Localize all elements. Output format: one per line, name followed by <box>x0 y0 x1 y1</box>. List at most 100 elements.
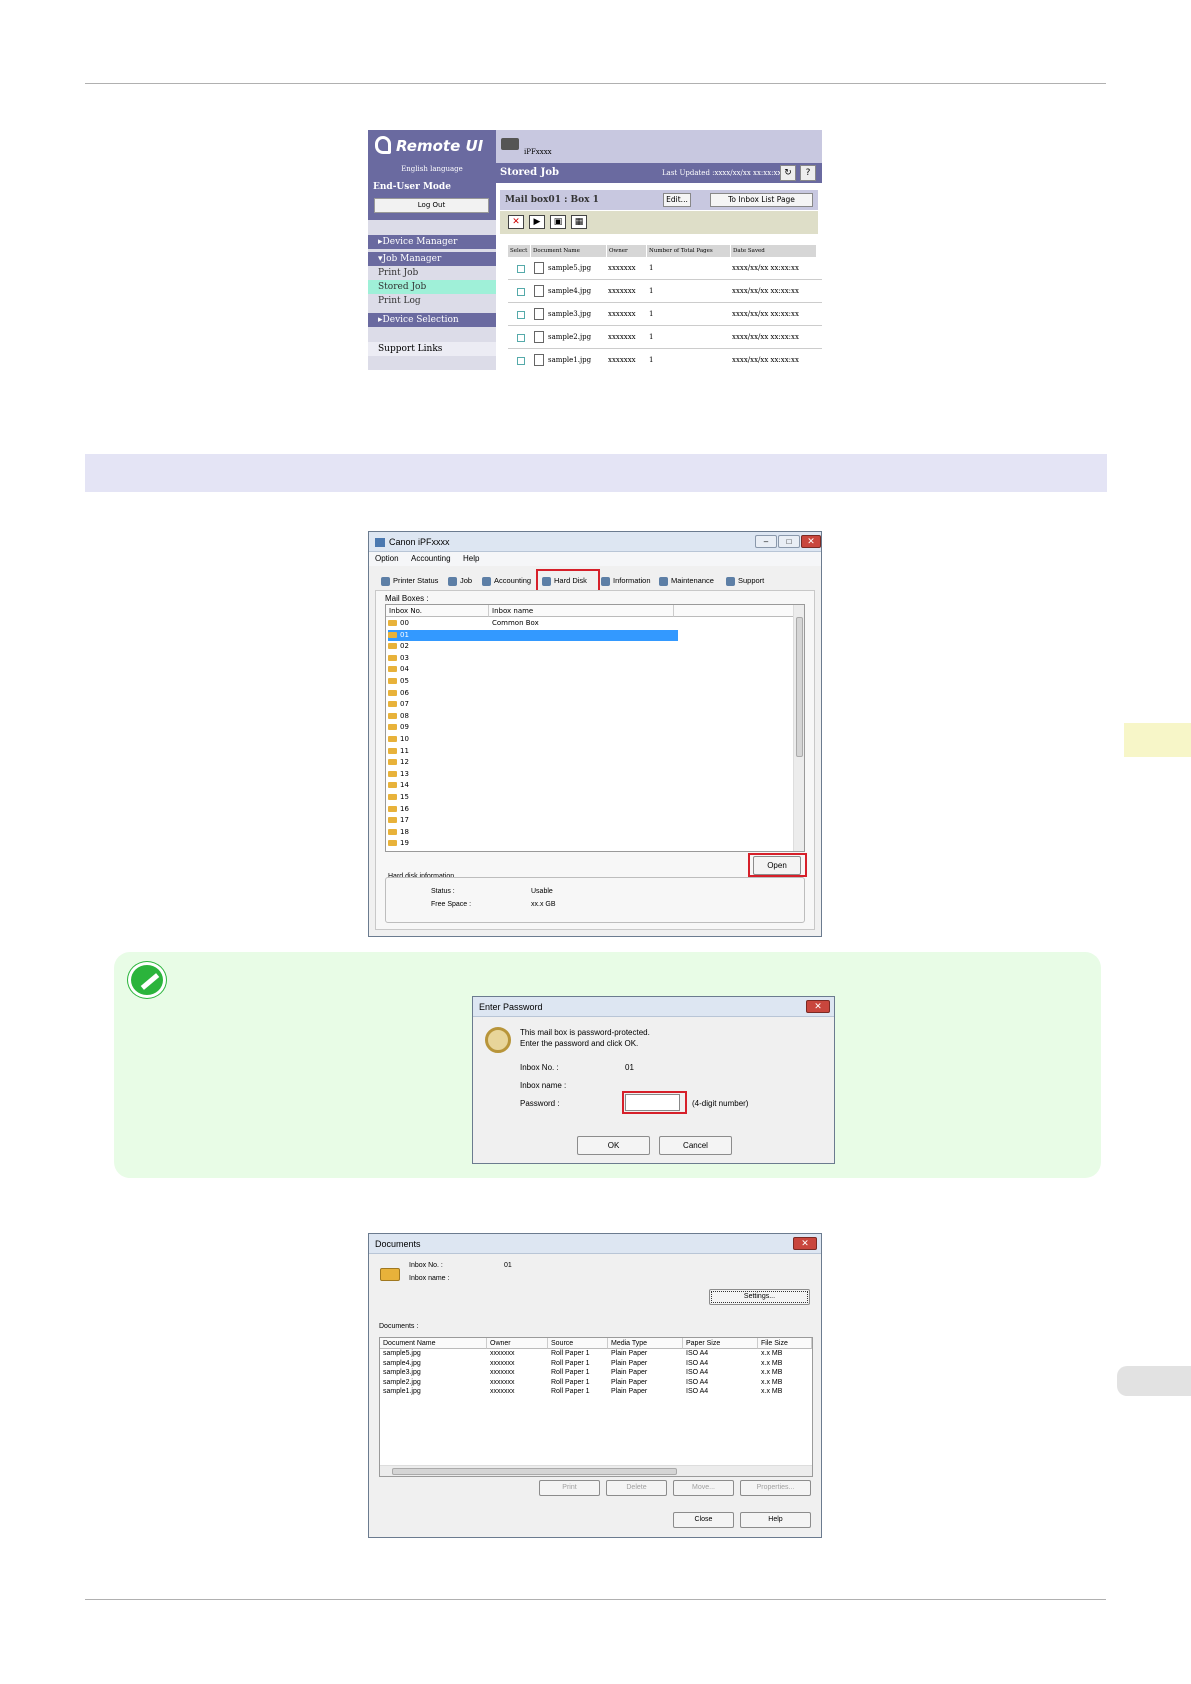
close-button[interactable]: ✕ <box>801 535 821 548</box>
column-inbox-no[interactable]: Inbox No. <box>386 605 489 617</box>
horizontal-scrollbar[interactable] <box>380 1465 812 1476</box>
close-button[interactable]: ✕ <box>806 1000 830 1013</box>
inbox-row[interactable]: 00 Common Box <box>388 618 678 630</box>
document-name[interactable]: sample1.jpg <box>383 1388 421 1395</box>
settings-button[interactable]: Settings... <box>709 1289 810 1305</box>
inbox-number: 03 <box>400 653 409 662</box>
document-name[interactable]: sample3.jpg <box>383 1369 421 1376</box>
highlight-open-button <box>748 853 807 877</box>
inbox-row[interactable]: 15 <box>388 792 678 804</box>
menu-support-links[interactable]: Support Links <box>368 342 496 356</box>
column-header[interactable]: Source <box>548 1338 608 1349</box>
scroll-thumb[interactable] <box>796 617 803 757</box>
inbox-row[interactable]: 17 <box>388 815 678 827</box>
menu-accounting[interactable]: Accounting <box>411 554 451 563</box>
select-checkbox[interactable] <box>517 311 525 319</box>
menu-device-manager[interactable]: ▸Device Manager <box>368 235 496 249</box>
tab-maintenance[interactable]: Maintenance <box>659 574 714 588</box>
close-button[interactable]: ✕ <box>793 1237 817 1250</box>
move-button[interactable]: Move... <box>673 1480 734 1496</box>
inbox-row[interactable]: 05 <box>388 676 678 688</box>
document-name[interactable]: sample5.jpg <box>548 264 591 272</box>
folder-icon <box>388 654 397 661</box>
document-name[interactable]: sample2.jpg <box>548 333 591 341</box>
menu-print-job[interactable]: Print Job <box>368 266 496 280</box>
select-checkbox[interactable] <box>517 357 525 365</box>
tab-support[interactable]: Support <box>726 574 764 588</box>
properties-button[interactable]: Properties... <box>740 1480 811 1496</box>
logout-button[interactable]: Log Out <box>374 198 489 213</box>
document-name[interactable]: sample5.jpg <box>383 1350 421 1357</box>
properties-icon[interactable]: ▦ <box>571 215 587 229</box>
menu-device-selection[interactable]: ▸Device Selection <box>368 313 496 327</box>
column-header[interactable]: File Size <box>758 1338 812 1349</box>
help-button[interactable]: Help <box>740 1512 811 1528</box>
column-inbox-name[interactable]: Inbox name <box>489 605 674 617</box>
ok-button[interactable]: OK <box>577 1136 650 1155</box>
inbox-row[interactable]: 06 <box>388 688 678 700</box>
printer-name: iPFxxxx <box>524 148 552 156</box>
document-name[interactable]: sample3.jpg <box>548 310 591 318</box>
inbox-row[interactable]: 01 <box>388 629 678 642</box>
document-name[interactable]: sample4.jpg <box>548 287 591 295</box>
scroll-thumb[interactable] <box>392 1468 677 1475</box>
column-header[interactable]: Paper Size <box>683 1338 758 1349</box>
inbox-row[interactable]: 04 <box>388 664 678 676</box>
inbox-row[interactable]: 18 <box>388 827 678 839</box>
inbox-row[interactable]: 07 <box>388 699 678 711</box>
to-inbox-list-button[interactable]: To Inbox List Page <box>710 193 813 207</box>
inbox-row[interactable]: 03 <box>388 653 678 665</box>
print-icon[interactable]: ▶ <box>529 215 545 229</box>
menu-option[interactable]: Option <box>375 554 399 563</box>
inbox-list[interactable]: Inbox No. Inbox name 00 Common Box 01 02 03 0… <box>385 604 805 852</box>
document-name[interactable]: sample1.jpg <box>548 356 591 364</box>
document-cell: Plain Paper <box>611 1378 648 1386</box>
inbox-row[interactable]: 13 <box>388 769 678 781</box>
page-tab <box>1117 1366 1191 1396</box>
language-link[interactable]: English language <box>368 165 496 173</box>
inbox-row[interactable]: 02 <box>388 641 678 653</box>
tab-information[interactable]: Information <box>601 574 651 588</box>
documents-list[interactable]: Document Name Owner Source Media Type Pa… <box>379 1337 813 1477</box>
menu-stored-job[interactable]: Stored Job <box>368 280 496 294</box>
document-name[interactable]: sample4.jpg <box>383 1360 421 1367</box>
select-checkbox[interactable] <box>517 334 525 342</box>
document-icon <box>534 262 544 274</box>
cancel-button[interactable]: Cancel <box>659 1136 732 1155</box>
menu-print-log[interactable]: Print Log <box>368 294 496 308</box>
menu-help[interactable]: Help <box>463 554 479 563</box>
select-checkbox[interactable] <box>517 265 525 273</box>
inbox-row[interactable]: 10 <box>388 734 678 746</box>
column-header[interactable]: Document Name <box>380 1338 487 1349</box>
help-icon[interactable]: ? <box>800 165 816 181</box>
column-header[interactable]: Owner <box>487 1338 548 1349</box>
inbox-row[interactable]: 11 <box>388 746 678 758</box>
delete-button[interactable]: Delete <box>606 1480 667 1496</box>
inbox-row[interactable]: 14 <box>388 780 678 792</box>
minimize-button[interactable]: – <box>755 535 777 548</box>
move-icon[interactable]: ▣ <box>550 215 566 229</box>
tab-printer-status[interactable]: Printer Status <box>381 574 438 588</box>
inbox-row[interactable]: 12 <box>388 757 678 769</box>
inbox-row[interactable]: 16 <box>388 804 678 816</box>
document-name[interactable]: sample2.jpg <box>383 1379 421 1386</box>
inbox-row[interactable]: 19 <box>388 838 678 850</box>
inbox-row[interactable]: 09 <box>388 722 678 734</box>
inbox-row[interactable]: 08 <box>388 711 678 723</box>
refresh-icon[interactable]: ↻ <box>780 165 796 181</box>
owner: xxxxxxx <box>608 333 636 341</box>
print-button[interactable]: Print <box>539 1480 600 1496</box>
edit-button[interactable]: Edit... <box>663 193 691 207</box>
column-header[interactable]: Media Type <box>608 1338 683 1349</box>
close-dialog-button[interactable]: Close <box>673 1512 734 1528</box>
menu-job-manager[interactable]: ▾Job Manager <box>368 252 496 266</box>
tab-accounting[interactable]: Accounting <box>482 574 531 588</box>
vertical-scrollbar[interactable] <box>793 605 804 851</box>
inbox-number: 18 <box>400 827 409 836</box>
maximize-button[interactable]: □ <box>778 535 800 548</box>
tab-job[interactable]: Job <box>448 574 472 588</box>
last-updated: Last Updated :xxxx/xx/xx xx:xx:xx <box>662 169 782 177</box>
delete-icon[interactable]: ✕ <box>508 215 524 229</box>
folder-icon <box>388 724 397 731</box>
select-checkbox[interactable] <box>517 288 525 296</box>
